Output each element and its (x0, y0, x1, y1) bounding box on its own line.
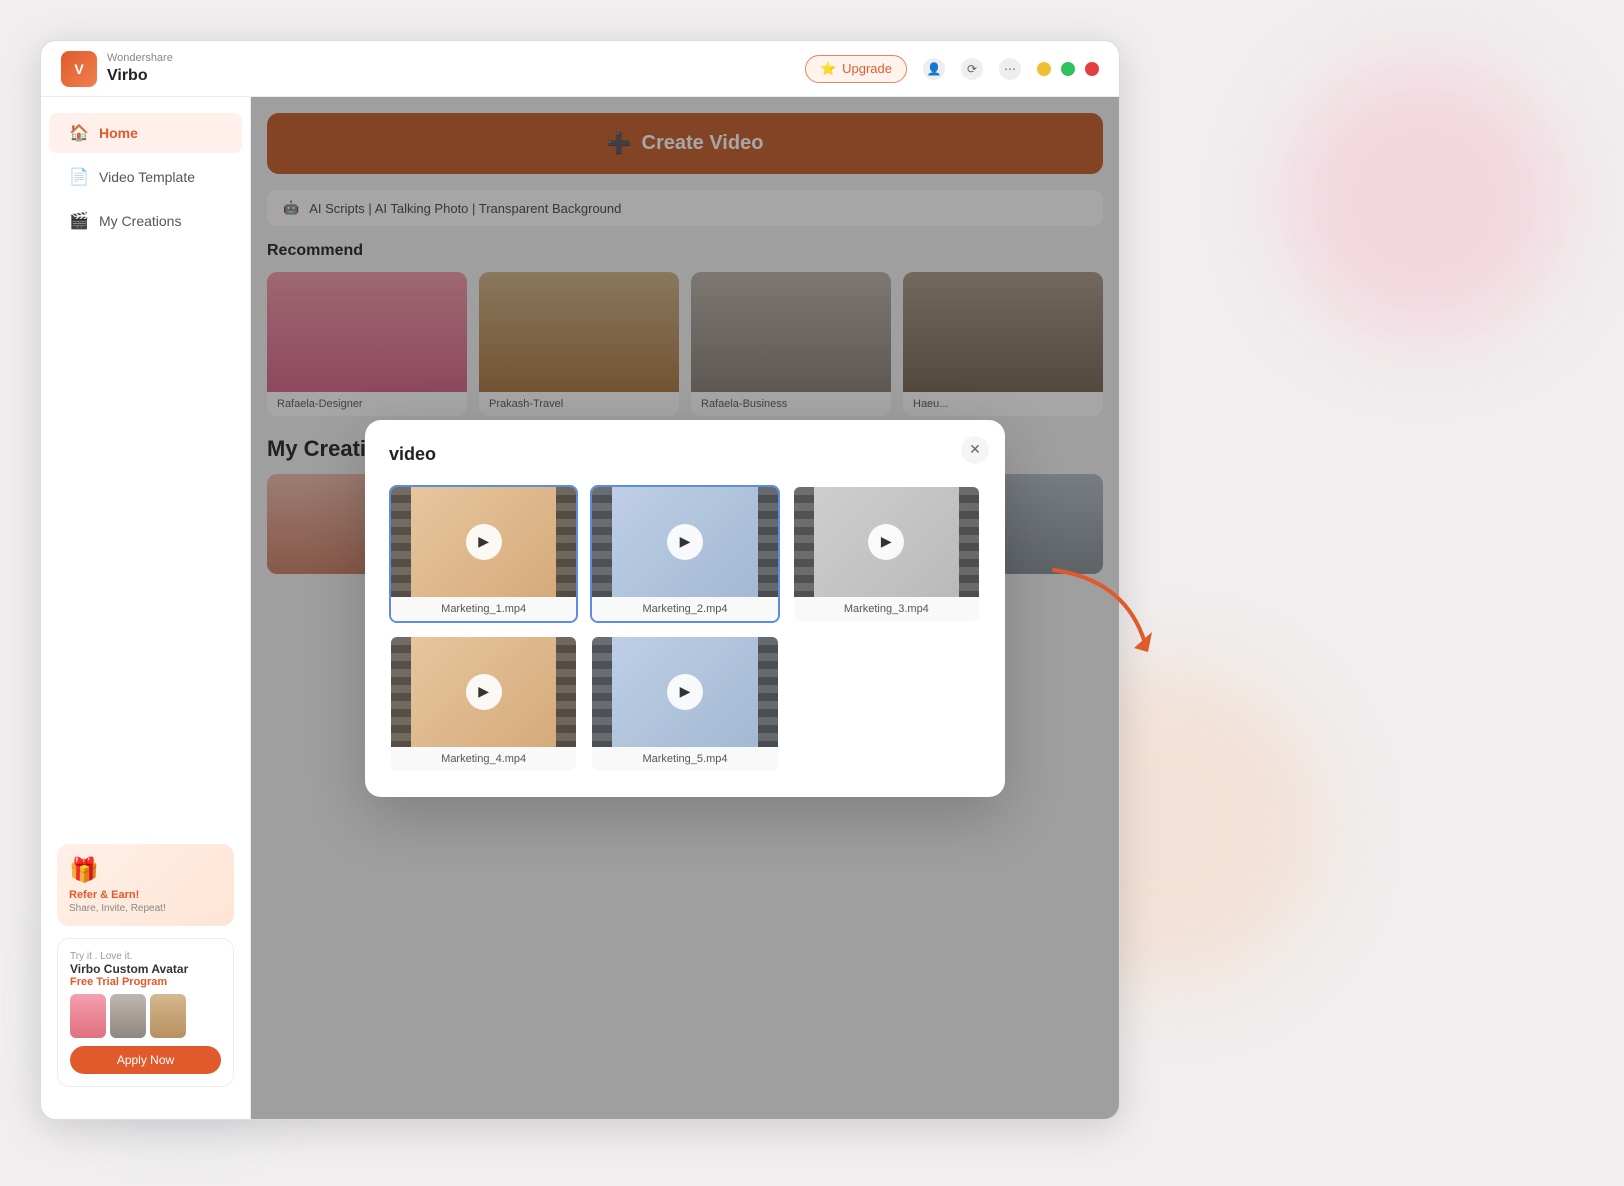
video-thumb-modal-1: ▶ (592, 487, 777, 597)
title-bar-right: ⭐ Upgrade 👤 ⟳ ⋯ (805, 55, 1099, 83)
refer-card: 🎁 Refer & Earn! Share, Invite, Repeat! (57, 844, 234, 926)
video-item-4[interactable]: ▶ Marketing_5.mp4 (590, 635, 779, 773)
template-icon: 📄 (69, 167, 89, 187)
refer-title: Refer & Earn! (69, 889, 222, 901)
sidebar-item-creations[interactable]: 🎬 My Creations (49, 201, 242, 241)
video-picker-modal: video ✕ ▶ Marketing_1.mp4 (365, 420, 1005, 797)
video-label-4: Marketing_5.mp4 (592, 747, 777, 771)
film-strip-right-0 (556, 487, 576, 597)
video-item-2[interactable]: ▶ Marketing_3.mp4 (792, 485, 981, 623)
title-bar: V Wondershare Virbo ⭐ Upgrade 👤 ⟳ ⋯ (41, 41, 1119, 97)
user-icon[interactable]: 👤 (923, 58, 945, 80)
avatar-sample-2 (110, 994, 146, 1038)
avatar-card: Try it . Love it. Virbo Custom Avatar Fr… (57, 938, 234, 1087)
refer-sub: Share, Invite, Repeat! (69, 903, 222, 914)
video-label-1: Marketing_2.mp4 (592, 597, 777, 621)
video-grid-modal: ▶ Marketing_1.mp4 ▶ Marketing_2.mp4 (389, 485, 981, 773)
menu-icon[interactable]: ⋯ (999, 58, 1021, 80)
sidebar: 🏠 Home 📄 Video Template 🎬 My Creations 🎁… (41, 97, 251, 1119)
maximize-button[interactable] (1061, 62, 1075, 76)
brand-top: Wondershare (107, 52, 173, 65)
modal-overlay[interactable]: video ✕ ▶ Marketing_1.mp4 (251, 97, 1119, 1119)
sidebar-item-home-label: Home (99, 125, 138, 141)
video-label-2: Marketing_3.mp4 (794, 597, 979, 621)
film-strip-left-2 (794, 487, 814, 597)
play-button-1[interactable]: ▶ (667, 524, 703, 560)
sidebar-item-template[interactable]: 📄 Video Template (49, 157, 242, 197)
apply-now-button[interactable]: Apply Now (70, 1046, 221, 1074)
video-thumb-modal-0: ▶ (391, 487, 576, 597)
upgrade-label: Upgrade (842, 61, 892, 76)
home-icon: 🏠 (69, 123, 89, 143)
main-content: ➕ Create Video 🤖 AI Scripts | AI Talking… (251, 97, 1119, 1119)
minimize-button[interactable] (1037, 62, 1051, 76)
upgrade-icon: ⭐ (820, 61, 836, 77)
modal-title: video (389, 444, 981, 465)
avatar-sample-1 (70, 994, 106, 1038)
app-body: 🏠 Home 📄 Video Template 🎬 My Creations 🎁… (41, 97, 1119, 1119)
video-thumb-modal-2: ▶ (794, 487, 979, 597)
modal-close-button[interactable]: ✕ (961, 436, 989, 464)
upgrade-button[interactable]: ⭐ Upgrade (805, 55, 907, 83)
film-strip-left-0 (391, 487, 411, 597)
creations-icon: 🎬 (69, 211, 89, 231)
play-button-2[interactable]: ▶ (868, 524, 904, 560)
sidebar-item-creations-label: My Creations (99, 213, 181, 229)
decorative-blob-pink (1284, 60, 1564, 340)
app-logo: V (61, 51, 97, 87)
video-item-0[interactable]: ▶ Marketing_1.mp4 (389, 485, 578, 623)
history-icon[interactable]: ⟳ (961, 58, 983, 80)
play-button-0[interactable]: ▶ (466, 524, 502, 560)
brand-name: Virbo (107, 66, 173, 85)
refer-icon: 🎁 (69, 856, 222, 885)
film-strip-right-4 (758, 637, 778, 747)
play-button-4[interactable]: ▶ (667, 674, 703, 710)
app-window: V Wondershare Virbo ⭐ Upgrade 👤 ⟳ ⋯ (40, 40, 1120, 1120)
film-strip-left-1 (592, 487, 612, 597)
film-strip-left-3 (391, 637, 411, 747)
film-strip-right-1 (758, 487, 778, 597)
avatar-sample-3 (150, 994, 186, 1038)
video-label-3: Marketing_4.mp4 (391, 747, 576, 771)
play-button-3[interactable]: ▶ (466, 674, 502, 710)
title-bar-left: V Wondershare Virbo (61, 51, 173, 87)
avatar-badge: Free Trial Program (70, 976, 221, 988)
video-thumb-modal-4: ▶ (592, 637, 777, 747)
window-controls (1037, 62, 1099, 76)
film-strip-right-3 (556, 637, 576, 747)
close-button[interactable] (1085, 62, 1099, 76)
avatar-product-name: Virbo Custom Avatar (70, 962, 221, 976)
sidebar-bottom: 🎁 Refer & Earn! Share, Invite, Repeat! T… (41, 828, 250, 1103)
video-item-1[interactable]: ▶ Marketing_2.mp4 (590, 485, 779, 623)
video-item-3[interactable]: ▶ Marketing_4.mp4 (389, 635, 578, 773)
film-strip-right-2 (959, 487, 979, 597)
sidebar-item-home[interactable]: 🏠 Home (49, 113, 242, 153)
video-thumb-modal-3: ▶ (391, 637, 576, 747)
video-label-0: Marketing_1.mp4 (391, 597, 576, 621)
sidebar-item-template-label: Video Template (99, 169, 195, 185)
film-strip-left-4 (592, 637, 612, 747)
avatar-try-label: Try it . Love it. (70, 951, 221, 962)
app-name: Wondershare Virbo (107, 52, 173, 84)
